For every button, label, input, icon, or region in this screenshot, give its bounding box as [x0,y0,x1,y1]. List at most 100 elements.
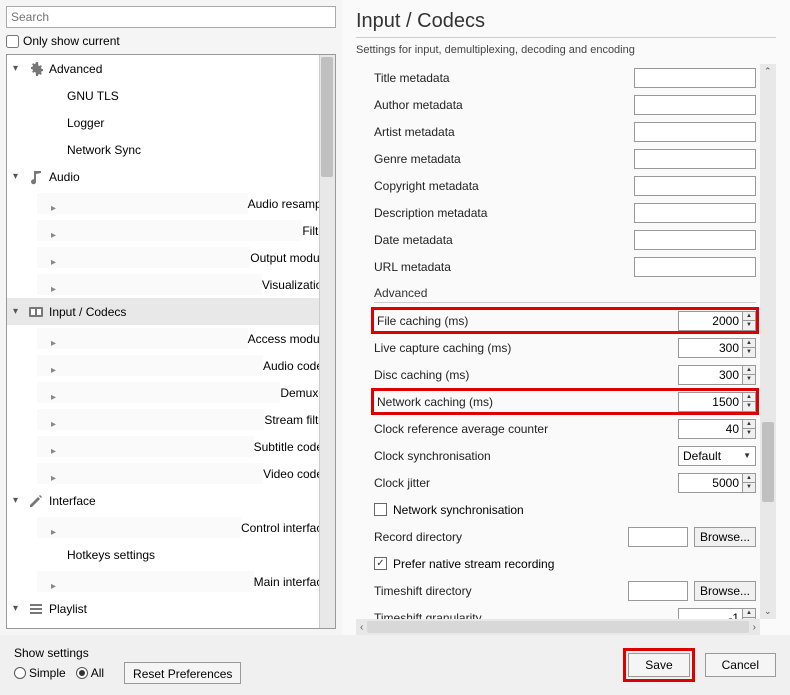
metadata-input[interactable] [634,68,756,88]
expand-arrow-icon[interactable] [37,436,254,457]
spin-down-icon[interactable]: ▼ [743,402,755,411]
spin-up-icon[interactable]: ▲ [743,474,755,484]
tree-category[interactable]: Playlist [7,595,335,622]
expand-arrow-icon[interactable] [37,355,263,376]
scroll-left-icon[interactable]: ‹ [356,622,367,633]
tree-item[interactable]: Demuxers [7,379,335,406]
tree-item[interactable]: Output modules [7,244,335,271]
prefer-native-checkbox[interactable]: Prefer native stream recording [374,557,554,571]
save-button[interactable]: Save [628,653,689,677]
expand-arrow-icon[interactable] [37,382,280,403]
expand-arrow-icon[interactable] [13,171,23,182]
spinner-buttons[interactable]: ▲▼ [742,365,756,385]
tree-item[interactable]: Logger [7,109,335,136]
simple-radio[interactable]: Simple [14,666,66,680]
tree-category[interactable]: Audio [7,163,335,190]
spinner-buttons[interactable]: ▲▼ [742,473,756,493]
tree-item[interactable]: Audio resampler [7,190,335,217]
settings-panel: Input / Codecs Settings for input, demul… [342,0,790,635]
metadata-input[interactable] [634,203,756,223]
tree-item[interactable]: Filters [7,217,335,244]
spin-up-icon[interactable]: ▲ [743,393,755,403]
tree-label: Interface [49,494,96,508]
tree-item[interactable]: Stream filters [7,406,335,433]
spinner-buttons[interactable]: ▲▼ [742,392,756,412]
spin-up-icon[interactable]: ▲ [743,312,755,322]
file-caching-input[interactable] [678,311,742,331]
tree-item[interactable]: Main interfaces [7,568,335,595]
timeshift-dir-input[interactable] [628,581,688,601]
metadata-input[interactable] [634,95,756,115]
tree-label: Network Sync [67,143,141,157]
metadata-input[interactable] [634,230,756,250]
network-caching-input[interactable] [678,392,742,412]
metadata-input[interactable] [634,257,756,277]
spin-down-icon[interactable]: ▼ [743,375,755,384]
metadata-input[interactable] [634,122,756,142]
clock-sync-select[interactable]: Default▼ [678,446,756,466]
tree-item[interactable]: Network Sync [7,136,335,163]
metadata-input[interactable] [634,149,756,169]
only-show-current-checkbox[interactable]: Only show current [6,34,336,48]
browse-button[interactable]: Browse... [694,527,756,547]
spin-up-icon[interactable]: ▲ [743,366,755,376]
tree-category[interactable]: Advanced [7,55,335,82]
all-radio[interactable]: All [76,666,104,680]
scroll-down-icon[interactable]: ⌄ [764,606,772,617]
record-dir-input[interactable] [628,527,688,547]
tree-scrollbar[interactable] [319,55,335,628]
clock-jitter-input[interactable] [678,473,742,493]
disc-caching-input[interactable] [678,365,742,385]
tree-item[interactable]: Hotkeys settings [7,541,335,568]
expand-arrow-icon[interactable] [37,328,248,349]
network-caching-row: Network caching (ms)▲▼ [371,388,759,415]
search-input[interactable] [6,6,336,28]
spin-down-icon[interactable]: ▼ [743,483,755,492]
spin-down-icon[interactable]: ▼ [743,321,755,330]
tree-item[interactable]: Visualizations [7,271,335,298]
scroll-up-icon[interactable]: ⌃ [764,66,772,77]
spinner-buttons[interactable]: ▲▼ [742,419,756,439]
expand-arrow-icon[interactable] [37,571,254,592]
network-sync-checkbox[interactable]: Network synchronisation [374,503,524,517]
live-capture-input[interactable] [678,338,742,358]
clock-jitter-row: Clock jitter▲▼ [374,469,756,496]
expand-arrow-icon[interactable] [37,247,250,268]
tree-category[interactable]: Interface [7,487,335,514]
tree-item[interactable]: Video codecs [7,460,335,487]
reset-preferences-button[interactable]: Reset Preferences [124,662,241,684]
expand-arrow-icon[interactable] [13,495,23,506]
spin-down-icon[interactable]: ▼ [743,348,755,357]
expand-arrow-icon[interactable] [37,193,248,214]
clock-ref-input[interactable] [678,419,742,439]
tree-item[interactable]: Control interfaces [7,514,335,541]
browse-button[interactable]: Browse... [694,581,756,601]
spinner-buttons[interactable]: ▲▼ [742,311,756,331]
category-tree[interactable]: AdvancedGNU TLSLoggerNetwork SyncAudioAu… [6,54,336,629]
tree-item[interactable]: Access modules [7,325,335,352]
spin-up-icon[interactable]: ▲ [743,339,755,349]
metadata-input[interactable] [634,176,756,196]
cancel-button[interactable]: Cancel [705,653,776,677]
scroll-right-icon[interactable]: › [749,622,760,633]
brush-icon [27,493,45,509]
tree-item[interactable]: Audio codecs [7,352,335,379]
expand-arrow-icon[interactable] [37,220,302,241]
expand-arrow-icon[interactable] [37,274,262,295]
spin-up-icon[interactable]: ▲ [743,609,755,619]
form-horizontal-scrollbar[interactable]: ‹ › [356,619,760,635]
show-settings-label: Show settings [14,646,241,660]
tree-item[interactable]: GNU TLS [7,82,335,109]
tree-category[interactable]: Input / Codecs [7,298,335,325]
form-vertical-scrollbar[interactable]: ⌃ ⌄ [760,64,776,619]
spin-up-icon[interactable]: ▲ [743,420,755,430]
expand-arrow-icon[interactable] [37,409,264,430]
tree-item[interactable]: Subtitle codecs [7,433,335,460]
expand-arrow-icon[interactable] [13,63,23,74]
expand-arrow-icon[interactable] [37,517,241,538]
expand-arrow-icon[interactable] [13,603,23,614]
expand-arrow-icon[interactable] [13,306,23,317]
spinner-buttons[interactable]: ▲▼ [742,338,756,358]
spin-down-icon[interactable]: ▼ [743,429,755,438]
expand-arrow-icon[interactable] [37,463,263,484]
